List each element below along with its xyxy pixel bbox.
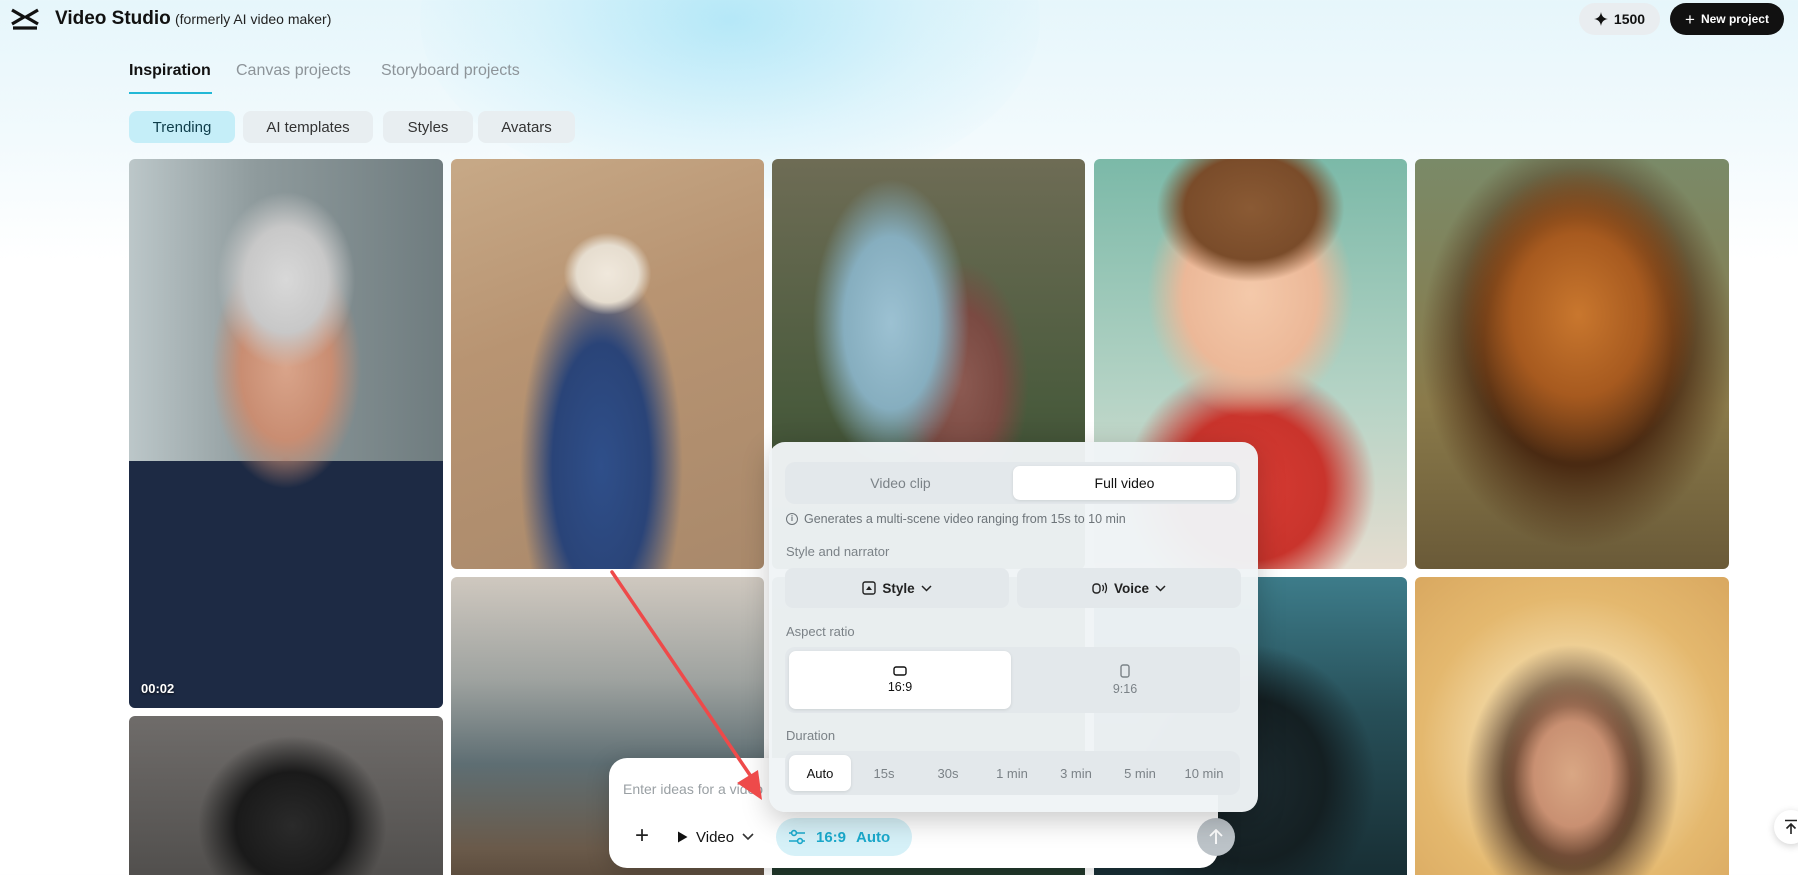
ratio-9-16-option[interactable]: 9:16 [1014,651,1236,709]
play-icon [678,831,688,843]
aspect-ratio-selector: 16:9 9:16 [785,647,1240,713]
voice-label: Voice [1113,580,1149,596]
arrow-up-to-line-icon [1785,819,1797,834]
thumbnail-elderly-businessman [129,159,443,708]
landscape-icon [893,666,907,676]
chip-styles[interactable]: Styles [383,111,473,143]
capcut-logo-icon[interactable] [10,6,40,32]
duration-3min-option[interactable]: 3 min [1045,755,1107,791]
gallery-card[interactable] [451,159,764,569]
tab-canvas-projects[interactable]: Canvas projects [236,62,351,80]
duration-1min-option[interactable]: 1 min [981,755,1043,791]
generation-settings-popover: Video clip Full video i Generates a mult… [769,442,1258,812]
chip-avatars[interactable]: Avatars [478,111,575,143]
style-narrator-label: Style and narrator [786,544,890,559]
prompt-input[interactable] [623,778,783,800]
new-project-button[interactable]: + New project [1670,3,1784,35]
gallery-card[interactable] [1415,159,1729,569]
style-icon [862,581,877,595]
voice-icon [1092,582,1108,594]
ratio-16-9-option[interactable]: 16:9 [789,651,1011,709]
plus-icon: + [634,822,649,849]
thumbnail-man-dark-hair [129,716,443,875]
duration-badge: 00:02 [141,681,175,696]
chevron-down-icon [921,584,932,592]
mode-dropdown[interactable]: Video [677,824,754,850]
chevron-down-icon [742,833,754,841]
chevron-down-icon [1155,584,1166,592]
chip-trending[interactable]: Trending [129,111,235,143]
thumbnail-lion [1415,159,1729,569]
new-project-label: New project [1700,12,1769,26]
tab-storyboard-projects[interactable]: Storyboard projects [381,62,520,80]
ratio-label: 9:16 [1112,682,1138,696]
style-dropdown[interactable]: Style [785,568,1009,608]
top-bar: Video Studio (formerly AI video maker) 1… [0,0,1798,38]
duration-selector: Auto 15s 30s 1 min 3 min 5 min 10 min [785,751,1240,795]
mode-label: Video [696,828,735,846]
add-media-button[interactable]: + [631,824,653,848]
video-clip-option[interactable]: Video clip [789,466,1012,500]
duration-30s-option[interactable]: 30s [917,755,979,791]
duration-15s-option[interactable]: 15s [853,755,915,791]
plus-icon: + [1685,9,1695,29]
style-label: Style [882,580,915,596]
duration-label: Duration [786,728,836,743]
mode-toggle: Video clip Full video [785,462,1240,504]
active-tab-indicator [129,92,212,94]
duration-10min-option[interactable]: 10 min [1173,755,1235,791]
thumbnail-radiant-figure [1415,577,1729,875]
full-video-option[interactable]: Full video [1013,466,1236,500]
selected-ratio: 16:9 [816,828,847,846]
chip-ai-templates[interactable]: AI templates [243,111,373,143]
ratio-label: 16:9 [887,680,913,694]
app-title: Video Studio [55,8,171,29]
generation-settings-button[interactable]: 16:9 Auto [776,818,912,856]
gallery-card[interactable] [129,716,443,875]
sparkle-icon [1593,12,1608,26]
info-text: Generates a multi-scene video ranging fr… [804,512,1126,526]
credits-badge[interactable]: 1500 [1579,3,1660,35]
arrow-up-icon [1209,829,1223,844]
aspect-ratio-label: Aspect ratio [786,624,855,639]
portrait-icon [1120,664,1130,678]
send-button[interactable] [1197,818,1235,856]
scroll-to-top-button[interactable] [1774,810,1798,844]
app-subtitle: (formerly AI video maker) [175,11,332,27]
voice-dropdown[interactable]: Voice [1017,568,1241,608]
gallery-card[interactable] [1415,577,1729,875]
duration-auto-option[interactable]: Auto [789,755,851,791]
credits-count: 1500 [1613,11,1646,27]
gallery-card[interactable]: 00:02 [129,159,443,708]
selected-duration: Auto [856,828,891,846]
info-icon: i [786,513,798,525]
duration-5min-option[interactable]: 5 min [1109,755,1171,791]
tab-inspiration[interactable]: Inspiration [129,62,211,80]
thumbnail-robed-man-pyramid [451,159,764,569]
sliders-icon [789,829,805,845]
mode-info: i Generates a multi-scene video ranging … [786,512,1126,526]
